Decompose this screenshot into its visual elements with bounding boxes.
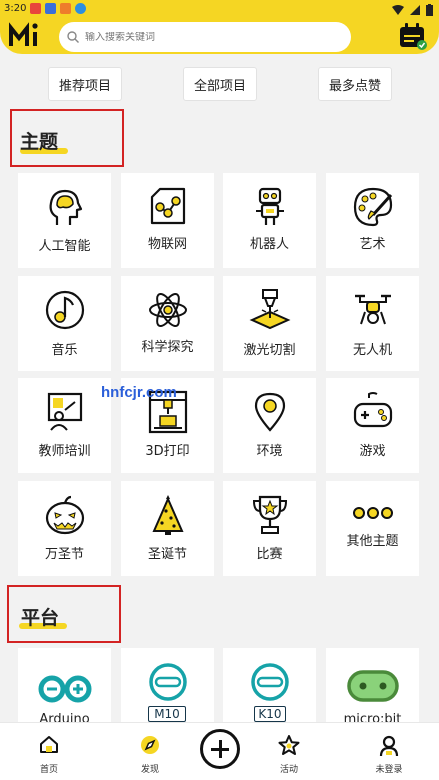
- topic-label: 游戏: [359, 444, 386, 459]
- section-title-platforms: 平台: [7, 585, 121, 643]
- christmas-tree-icon: [151, 495, 184, 535]
- status-bar: 3:20: [0, 0, 439, 20]
- topic-label: 教师培训: [38, 444, 91, 459]
- topic-card-ai[interactable]: 人工智能: [18, 173, 111, 268]
- section-title-text: 主题: [20, 131, 59, 153]
- trophy-icon: [252, 495, 287, 534]
- topic-card-teacher-training[interactable]: 教师培训: [18, 378, 111, 473]
- nav-label: 首页: [39, 765, 58, 775]
- nav-label: 活动: [279, 765, 298, 775]
- notification-app-icon: [60, 3, 71, 14]
- platform-label: M10: [148, 706, 186, 722]
- search-input[interactable]: [85, 31, 325, 43]
- signal-icon: [410, 5, 420, 15]
- drone-icon: [354, 294, 391, 325]
- gamepad-icon: [353, 392, 392, 428]
- compass-icon: [141, 736, 159, 754]
- topic-label: 环境: [256, 444, 283, 459]
- laser-icon: [249, 289, 290, 330]
- topic-card-christmas[interactable]: 圣诞节: [121, 481, 214, 576]
- download-icon: [75, 3, 86, 14]
- home-icon: [40, 736, 58, 753]
- status-time: 3:20: [4, 3, 27, 14]
- filter-most-liked-button[interactable]: 最多点赞: [318, 67, 392, 101]
- topic-card-other[interactable]: 其他主题: [326, 481, 419, 576]
- topic-label: 3D打印: [145, 444, 190, 459]
- filter-all-button[interactable]: 全部项目: [183, 67, 257, 101]
- topic-label: 万圣节: [44, 547, 84, 562]
- topic-card-robot[interactable]: 机器人: [223, 173, 316, 268]
- topic-label: 人工智能: [38, 239, 91, 254]
- nav-discover[interactable]: 发现: [120, 723, 180, 780]
- topic-label: 无人机: [352, 343, 392, 358]
- status-system-icons: [392, 4, 433, 16]
- topic-label: 科学探究: [141, 340, 194, 355]
- topic-card-art[interactable]: 艺术: [326, 173, 419, 268]
- bottom-navigation: 首页 发现 活动 未登录: [0, 722, 439, 780]
- watermark-text: hnfcjr.com: [101, 384, 177, 401]
- topic-card-music[interactable]: 音乐: [18, 276, 111, 371]
- atom-icon: [148, 293, 187, 327]
- iot-icon: [150, 187, 185, 225]
- calendar-icon[interactable]: [398, 22, 428, 50]
- ai-head-icon: [49, 189, 82, 225]
- topic-label: 激光切割: [243, 343, 296, 358]
- filter-recommended-button[interactable]: 推荐项目: [48, 67, 122, 101]
- topic-card-laser[interactable]: 激光切割: [223, 276, 316, 371]
- pumpkin-icon: [45, 495, 84, 535]
- section-title-text: 平台: [21, 607, 60, 629]
- topic-label: 物联网: [147, 237, 187, 252]
- topic-label: 其他主题: [346, 534, 399, 549]
- k10-icon: [250, 663, 289, 701]
- arduino-icon: [38, 675, 91, 703]
- palette-icon: [353, 187, 392, 227]
- search-icon: [67, 31, 79, 43]
- notification-app-icon: [45, 3, 56, 14]
- topic-card-environment[interactable]: 环境: [223, 378, 316, 473]
- status-notification-icons: [30, 3, 86, 14]
- topic-card-science[interactable]: 科学探究: [121, 276, 214, 371]
- robot-icon: [255, 187, 284, 225]
- section-title-topics: 主题: [10, 109, 124, 167]
- nav-home[interactable]: 首页: [19, 723, 79, 780]
- search-bar[interactable]: [59, 22, 351, 52]
- music-icon: [45, 290, 84, 330]
- teacher-icon: [47, 392, 82, 431]
- topic-label: 比赛: [256, 547, 283, 562]
- topic-card-iot[interactable]: 物联网: [121, 173, 214, 268]
- wifi-icon: [392, 5, 404, 15]
- app-bar: [0, 20, 439, 54]
- topic-label: 艺术: [359, 237, 386, 252]
- platform-label: K10: [254, 706, 286, 722]
- nav-activities[interactable]: 活动: [259, 723, 319, 780]
- topic-label: 机器人: [249, 237, 289, 252]
- star-icon: [278, 735, 300, 755]
- topic-card-competition[interactable]: 比赛: [223, 481, 316, 576]
- microbit-icon: [346, 670, 399, 702]
- m10-icon: [148, 663, 187, 701]
- nav-label: 发现: [140, 765, 159, 775]
- app-logo: [9, 22, 38, 46]
- topic-label: 圣诞节: [147, 547, 187, 562]
- nav-label: 未登录: [375, 765, 403, 775]
- location-pin-icon: [254, 392, 285, 432]
- create-project-button[interactable]: [200, 729, 240, 769]
- topic-card-drone[interactable]: 无人机: [326, 276, 419, 371]
- user-icon: [379, 735, 399, 757]
- notification-app-icon: [30, 3, 41, 14]
- topic-card-halloween[interactable]: 万圣节: [18, 481, 111, 576]
- nav-login[interactable]: 未登录: [359, 723, 419, 780]
- battery-icon: [426, 4, 433, 16]
- topic-card-games[interactable]: 游戏: [326, 378, 419, 473]
- more-dots-icon: [352, 507, 393, 519]
- topic-label: 音乐: [51, 343, 78, 358]
